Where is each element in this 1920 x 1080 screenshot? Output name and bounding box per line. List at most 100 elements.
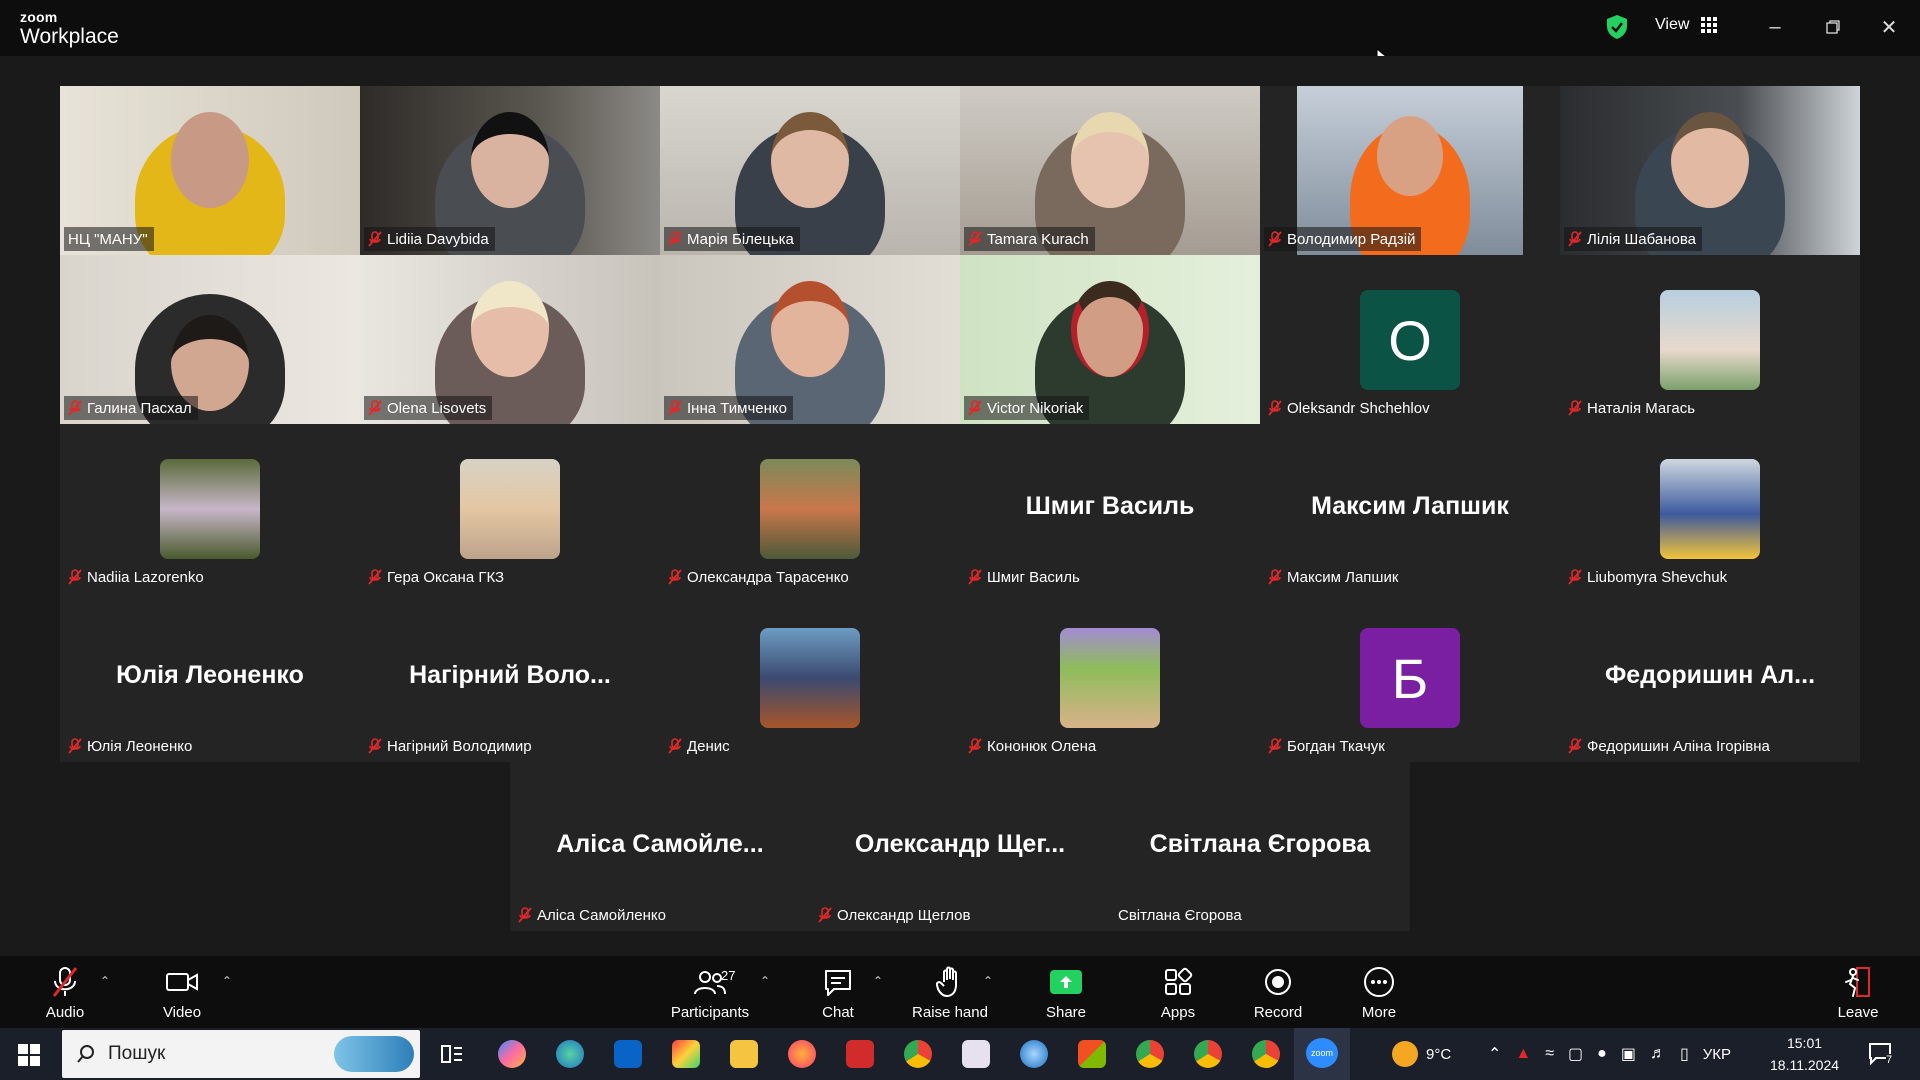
chrome-profile-icon[interactable]: [1136, 1040, 1164, 1068]
ms-store-icon[interactable]: [1078, 1040, 1106, 1068]
participant-tile[interactable]: Аліса Самойле... Аліса Самойленко: [510, 762, 810, 931]
participants-button[interactable]: 27 Participants: [655, 964, 765, 1021]
edge-browser-icon[interactable]: [556, 1040, 584, 1068]
participant-tile[interactable]: Світлана Єгорова Світлана Єгорова: [1110, 762, 1410, 931]
participant-name-label: Богдан Ткачук: [1264, 734, 1391, 758]
muted-mic-icon: [68, 569, 82, 585]
zoom-taskbar-item[interactable]: zoom: [1294, 1028, 1350, 1080]
participant-tile[interactable]: Наталія Магась: [1560, 255, 1860, 424]
leave-button[interactable]: Leave: [1813, 964, 1903, 1021]
participant-tile[interactable]: Юлія Леоненко Юлія Леоненко: [60, 593, 360, 762]
participant-tile[interactable]: Нагірний Воло... Нагірний Володимир: [360, 593, 660, 762]
weather-temp: 9°C: [1426, 1045, 1452, 1063]
chat-button[interactable]: Chat: [793, 964, 883, 1021]
task-view-icon[interactable]: [438, 1040, 466, 1068]
chrome-icon[interactable]: [904, 1040, 932, 1068]
video-label: Video: [162, 1004, 202, 1021]
participant-tile[interactable]: Кононюк Олена: [960, 593, 1260, 762]
participant-tile[interactable]: Галина Пасхал: [60, 255, 360, 424]
chrome-profile-icon[interactable]: [1252, 1040, 1280, 1068]
more-button[interactable]: More: [1334, 964, 1424, 1021]
muted-mic-icon: [20, 964, 110, 1000]
participant-tile[interactable]: Liubomyra Shevchuk: [1560, 424, 1860, 593]
participant-tile[interactable]: Шмиг Василь Шмиг Василь: [960, 424, 1260, 593]
language-indicator[interactable]: УКР: [1703, 1046, 1731, 1063]
system-tray: ⌃ ▲ ≈ ▢ ● ▣ ♬ ▯ УКР: [1488, 1028, 1731, 1080]
raise-hand-button[interactable]: Raise hand: [900, 964, 1000, 1021]
volume-icon[interactable]: ♬: [1650, 1045, 1666, 1063]
participant-tile[interactable]: Nadiia Lazorenko: [60, 424, 360, 593]
app-icon[interactable]: [672, 1040, 700, 1068]
clock[interactable]: 15:01 18.11.2024: [1770, 1032, 1839, 1076]
record-button[interactable]: Record: [1233, 964, 1323, 1021]
taskbar-search-box[interactable]: Пошук: [62, 1030, 420, 1078]
participant-tile[interactable]: Olena Lisovets: [360, 255, 660, 424]
notifications-button[interactable]: 7: [1868, 1042, 1894, 1071]
participant-tile[interactable]: Лілія Шабанова: [1560, 86, 1860, 255]
audio-options-caret-icon[interactable]: ⌃: [100, 974, 110, 988]
participant-tile[interactable]: Денис: [660, 593, 960, 762]
battery-icon[interactable]: ▯: [1680, 1044, 1689, 1064]
video-button[interactable]: Video: [137, 964, 227, 1021]
restore-icon[interactable]: [1818, 12, 1848, 42]
file-explorer-icon[interactable]: [730, 1040, 758, 1068]
participant-name-label: Olena Lisovets: [364, 396, 493, 420]
apps-button[interactable]: Apps: [1133, 964, 1223, 1021]
chat-options-caret-icon[interactable]: ⌃: [873, 974, 883, 988]
participant-display-name: Нагірний Воло...: [409, 661, 611, 689]
participant-tile[interactable]: НЦ "МАНУ": [60, 86, 360, 255]
participants-options-caret-icon[interactable]: ⌃: [760, 974, 770, 988]
muted-mic-icon: [818, 907, 832, 923]
raise-hand-label: Raise hand: [912, 1004, 988, 1021]
leave-door-icon: [1813, 964, 1903, 1000]
participant-tile[interactable]: Victor Nikoriak: [960, 255, 1260, 424]
outlook-icon[interactable]: [614, 1040, 642, 1068]
app-tray-icon[interactable]: ▲: [1515, 1045, 1531, 1063]
participant-tile[interactable]: O Oleksandr Shchehlov: [1260, 255, 1560, 424]
participant-tile[interactable]: Lidiia Davybida: [360, 86, 660, 255]
muted-mic-icon: [1268, 231, 1282, 247]
participant-tile[interactable]: Марія Білецька: [660, 86, 960, 255]
participant-name-label: Лілія Шабанова: [1564, 227, 1702, 251]
muted-mic-icon: [1568, 231, 1582, 247]
muted-mic-icon: [968, 231, 982, 247]
view-button[interactable]: View: [1655, 16, 1718, 34]
avatar: O: [1360, 290, 1460, 390]
video-options-caret-icon[interactable]: ⌃: [222, 974, 232, 988]
chat-label: Chat: [822, 1004, 854, 1021]
windows-start-icon[interactable]: [18, 1044, 40, 1066]
participant-tile[interactable]: Tamara Kurach: [960, 86, 1260, 255]
participant-name-label: Lidiia Davybida: [364, 227, 495, 251]
raise-hand-options-caret-icon[interactable]: ⌃: [983, 974, 993, 988]
firefox-icon[interactable]: [788, 1040, 816, 1068]
app-icon[interactable]: [846, 1040, 874, 1068]
chevron-up-icon[interactable]: ⌃: [1488, 1044, 1501, 1064]
display-icon[interactable]: ▣: [1621, 1044, 1636, 1064]
paint-icon[interactable]: [962, 1040, 990, 1068]
copilot-icon[interactable]: [498, 1040, 526, 1068]
chrome-profile-icon[interactable]: [1194, 1040, 1222, 1068]
participant-name-label: Nadiia Lazorenko: [64, 565, 210, 589]
participant-tile[interactable]: Володимир Радзій: [1260, 86, 1560, 255]
audio-button[interactable]: Audio: [20, 964, 110, 1021]
wifi-icon[interactable]: ≈: [1545, 1045, 1554, 1063]
globe-app-icon[interactable]: [1020, 1040, 1048, 1068]
participant-tile[interactable]: Б Богдан Ткачук: [1260, 593, 1560, 762]
minimize-icon[interactable]: –: [1760, 12, 1790, 42]
shield-icon[interactable]: [1606, 14, 1628, 40]
participant-tile[interactable]: Максим Лапшик Максим Лапшик: [1260, 424, 1560, 593]
participant-tile[interactable]: Федоришин Ал... Федоришин Аліна Ігорівна: [1560, 593, 1860, 762]
device-icon[interactable]: ▢: [1568, 1044, 1583, 1064]
share-button[interactable]: Share: [1021, 964, 1111, 1021]
close-icon[interactable]: ✕: [1874, 12, 1904, 42]
muted-mic-icon: [1268, 738, 1282, 754]
weather-widget[interactable]: 9°C: [1392, 1028, 1451, 1080]
more-dots-icon: [1334, 964, 1424, 1000]
participant-tile[interactable]: Олександра Тарасенко: [660, 424, 960, 593]
participant-tile[interactable]: Інна Тимченко: [660, 255, 960, 424]
participant-display-name: Аліса Самойле...: [556, 830, 764, 858]
microphone-icon[interactable]: ●: [1597, 1045, 1607, 1063]
participant-tile[interactable]: Олександр Щег... Олександр Щеглов: [810, 762, 1110, 931]
participant-display-name: Олександр Щег...: [854, 830, 1066, 858]
participant-tile[interactable]: Гера Оксана ГКЗ: [360, 424, 660, 593]
